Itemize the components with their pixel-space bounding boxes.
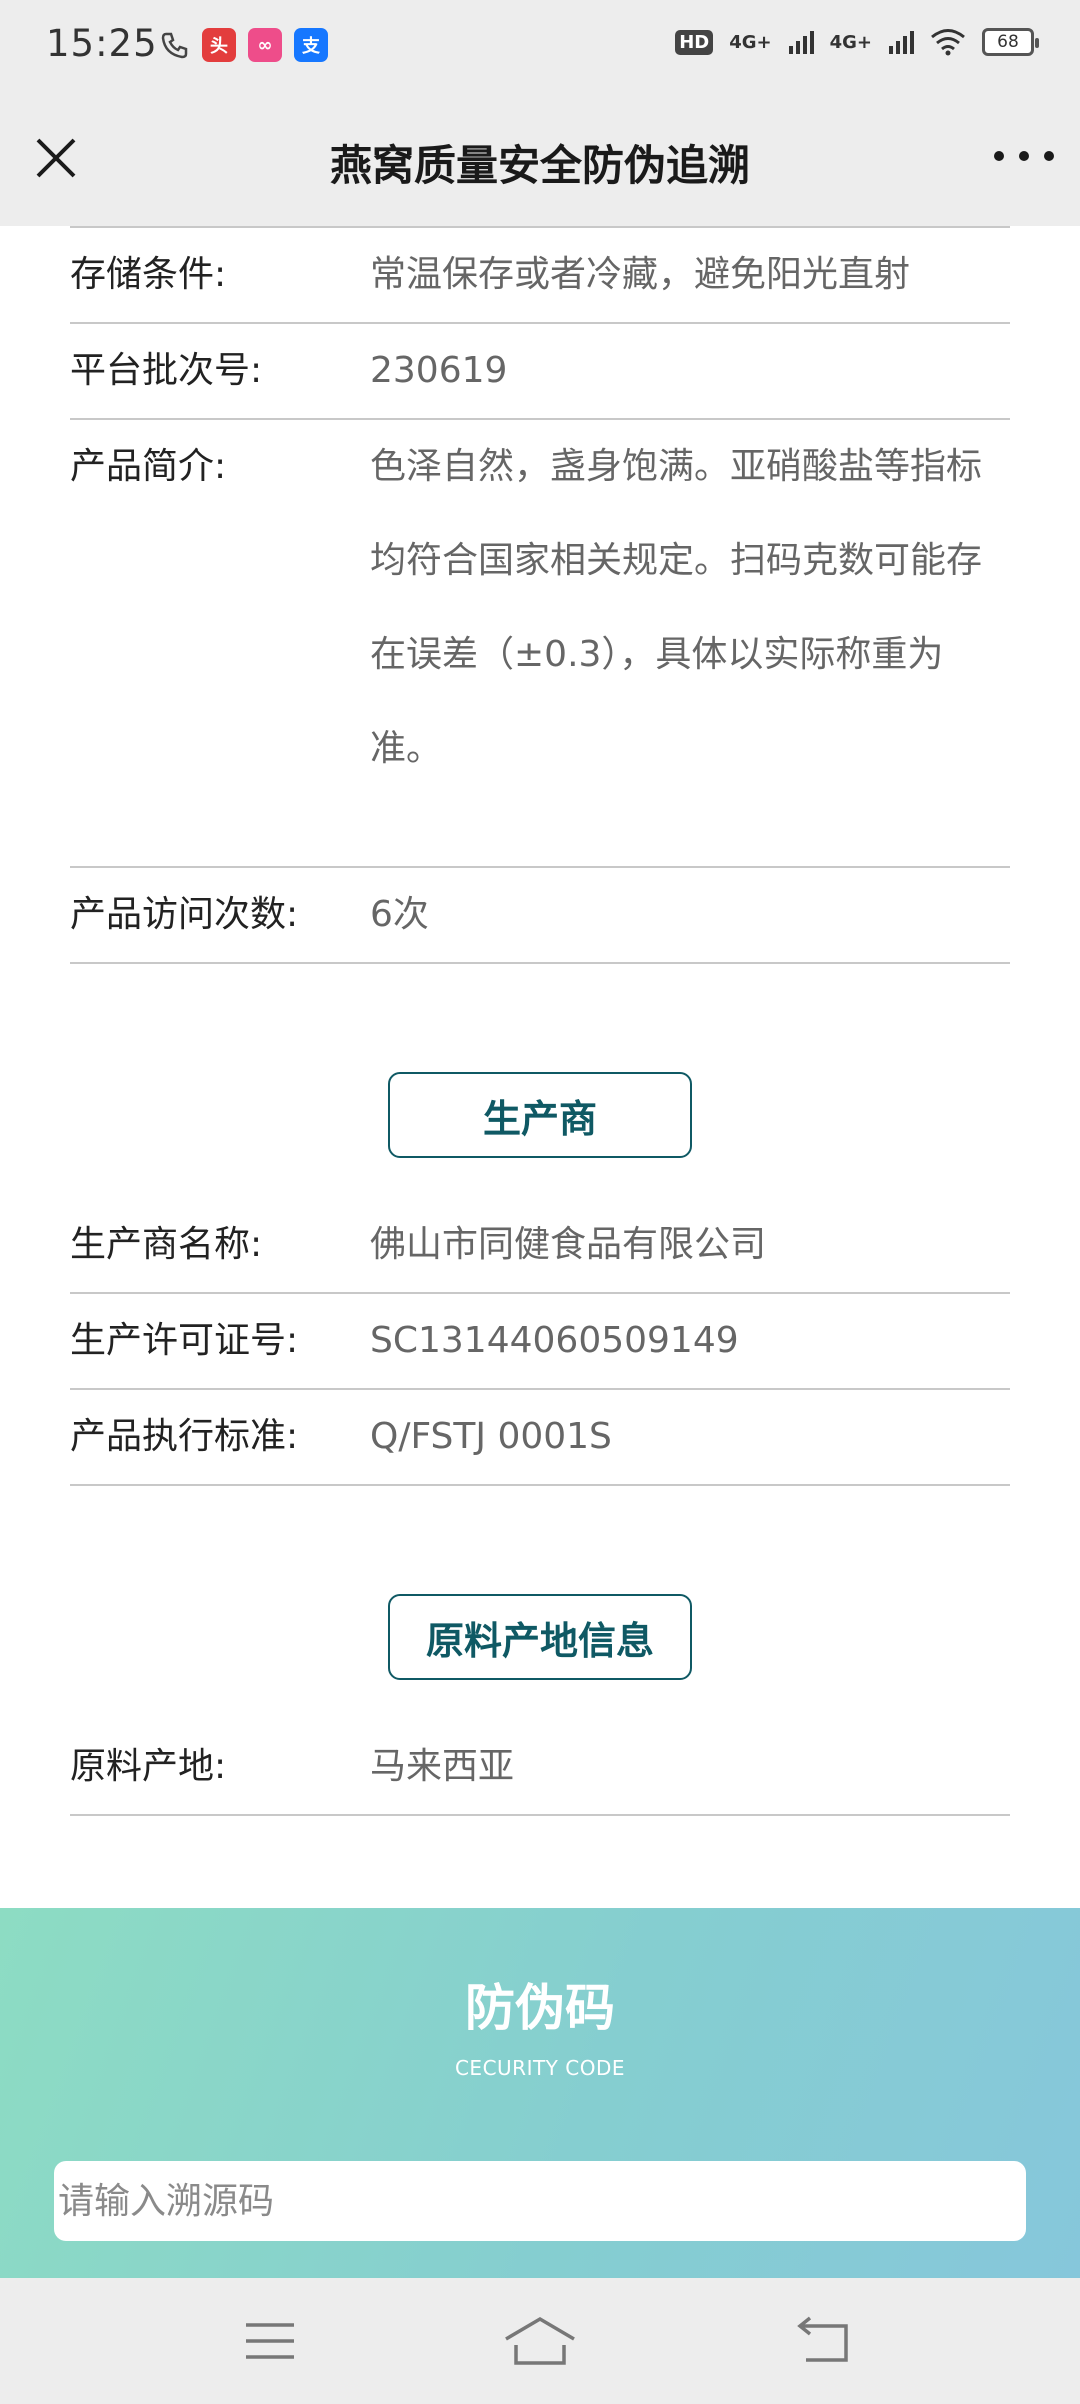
- info-row-description: 产品简介: 色泽自然，盏身饱满。亚硝酸盐等指标均符合国家相关规定。扫码克数可能存…: [70, 420, 1010, 868]
- phone-icon: [161, 32, 188, 59]
- security-code-subtitle: CECURITY CODE: [454, 2056, 626, 2080]
- info-label: 生产许可证号:: [70, 1320, 299, 1361]
- page-title: 燕窝质量安全防伪追溯: [329, 141, 750, 190]
- system-nav-bar: [0, 2278, 1080, 2404]
- info-value: SC13144060509149: [370, 1320, 739, 1361]
- toutiao-app-icon: 头: [202, 28, 236, 62]
- product-details: 存储条件: 常温保存或者冷藏，避免阳光直射 平台批次号: 230619 产品简介…: [70, 226, 1010, 1816]
- origin-section: 原料产地信息 原料产地: 马来西亚: [70, 1594, 1010, 1816]
- network-label-1: 4G+: [729, 31, 772, 53]
- back-button[interactable]: [774, 2308, 874, 2374]
- alipay-app-icon: 支: [294, 28, 328, 62]
- manufacturer-row-name: 生产商名称: 佛山市同健食品有限公司: [70, 1198, 1010, 1294]
- info-value: 色泽自然，盏身饱满。亚硝酸盐等指标均符合国家相关规定。扫码克数可能存在误差（±0…: [370, 446, 983, 769]
- more-dot-icon: [1044, 151, 1054, 161]
- status-notification-icons: 头 ∞ 支: [160, 28, 328, 62]
- info-value: Q/FSTJ 0001S: [370, 1416, 612, 1457]
- menu-icon: [246, 2323, 294, 2359]
- info-label: 产品执行标准:: [70, 1416, 299, 1457]
- security-code-section: 防伪码 CECURITY CODE: [0, 1908, 1080, 2278]
- info-value: 常温保存或者冷藏，避免阳光直射: [370, 254, 911, 295]
- home-button[interactable]: [490, 2308, 590, 2374]
- trace-code-input[interactable]: [54, 2161, 1026, 2241]
- menu-button[interactable]: [220, 2308, 320, 2374]
- signal-icon: [889, 31, 914, 54]
- origin-row-place: 原料产地: 马来西亚: [70, 1720, 1010, 1816]
- back-icon: [797, 2316, 848, 2362]
- info-label: 平台批次号:: [70, 350, 263, 391]
- home-icon: [505, 2316, 575, 2365]
- info-row-batch: 平台批次号: 230619: [70, 324, 1010, 420]
- more-dot-icon: [994, 151, 1004, 161]
- info-label: 产品访问次数:: [70, 894, 299, 935]
- info-value: 6次: [370, 894, 429, 935]
- more-dot-icon: [1019, 151, 1029, 161]
- info-value: 马来西亚: [370, 1746, 515, 1787]
- signal-icon: [788, 31, 814, 54]
- manufacturer-row-standard: 产品执行标准: Q/FSTJ 0001S: [70, 1390, 1010, 1486]
- info-label: 原料产地:: [70, 1746, 227, 1787]
- wifi-icon: [931, 29, 965, 56]
- manufacturer-section: 生产商 生产商名称: 佛山市同健食品有限公司 生产许可证号: SC1314406…: [70, 1072, 1010, 1486]
- status-bar: 15:25 头 ∞ 支 HD 4G+ 4G+ 68: [0, 0, 1080, 92]
- video-app-icon: ∞: [248, 28, 282, 62]
- hd-icon: HD: [675, 29, 714, 55]
- product-info-list: 存储条件: 常温保存或者冷藏，避免阳光直射 平台批次号: 230619 产品简介…: [70, 226, 1010, 964]
- info-row-visits: 产品访问次数: 6次: [70, 868, 1010, 964]
- origin-section-title: 原料产地信息: [388, 1594, 692, 1680]
- status-time: 15:25: [46, 22, 158, 65]
- security-code-title: 防伪码: [465, 1979, 615, 2037]
- info-label: 生产商名称:: [70, 1224, 263, 1265]
- manufacturer-row-license: 生产许可证号: SC13144060509149: [70, 1294, 1010, 1390]
- manufacturer-section-title: 生产商: [388, 1072, 692, 1158]
- network-label-2: 4G+: [829, 31, 872, 53]
- title-bar: 燕窝质量安全防伪追溯: [0, 92, 1080, 226]
- info-value: 佛山市同健食品有限公司: [370, 1224, 767, 1265]
- info-label: 存储条件:: [70, 254, 227, 295]
- more-options-button[interactable]: [994, 136, 1054, 176]
- info-row-storage: 存储条件: 常温保存或者冷藏，避免阳光直射: [70, 226, 1010, 324]
- battery-icon: 68: [982, 28, 1039, 56]
- info-label: 产品简介:: [70, 446, 227, 487]
- info-value: 230619: [370, 350, 508, 391]
- status-system-icons: HD 4G+ 4G+ 68: [675, 28, 1039, 56]
